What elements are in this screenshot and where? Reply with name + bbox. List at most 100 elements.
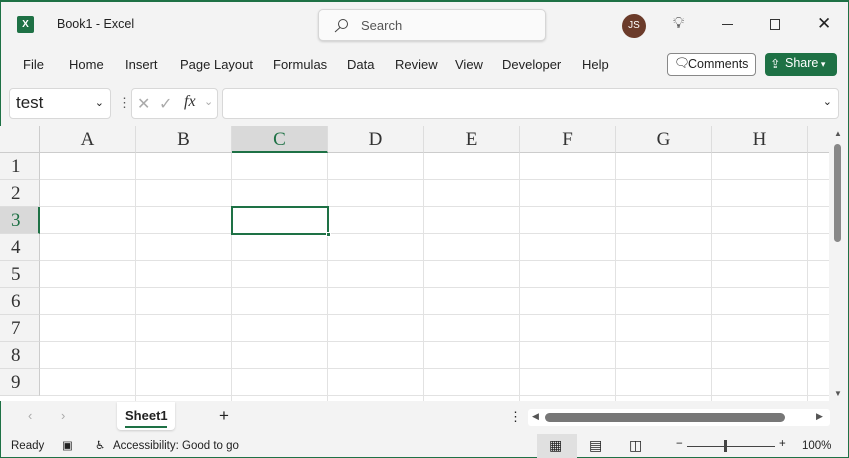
- gridline: [423, 153, 424, 401]
- gridline: [615, 153, 616, 401]
- column-header-C[interactable]: C: [232, 126, 328, 153]
- row-header-1[interactable]: 1: [0, 153, 40, 180]
- macro-recording-icon[interactable]: ▣: [62, 438, 73, 452]
- selected-cell[interactable]: [231, 206, 331, 237]
- page-break-view-icon[interactable]: ◫: [629, 437, 642, 454]
- menu-file[interactable]: File: [23, 57, 44, 72]
- row-header-2[interactable]: 2: [0, 180, 40, 207]
- more-options-icon[interactable]: ⋮: [118, 95, 131, 111]
- lightbulb-icon[interactable]: 💡︎: [673, 15, 684, 33]
- chevron-down-icon[interactable]: ⌄: [95, 96, 104, 109]
- vertical-scrollbar[interactable]: ▲ ▼: [830, 127, 846, 401]
- sheet-tab-sheet1[interactable]: Sheet1: [117, 402, 175, 430]
- column-header-H[interactable]: H: [712, 126, 808, 153]
- menu-review[interactable]: Review: [395, 57, 438, 72]
- comments-label: Comments: [688, 57, 749, 71]
- zoom-level[interactable]: 100%: [802, 440, 831, 452]
- row-header-8[interactable]: 8: [0, 342, 40, 369]
- column-header-D[interactable]: D: [328, 126, 424, 153]
- zoom-slider-thumb[interactable]: [724, 440, 727, 452]
- share-button[interactable]: ⇪ Share ▾: [765, 53, 837, 76]
- column-header-A[interactable]: A: [40, 126, 136, 153]
- row-header-7[interactable]: 7: [0, 315, 40, 342]
- search-icon: [334, 19, 348, 33]
- status-ready: Ready: [11, 440, 45, 452]
- normal-view-icon[interactable]: ▦: [549, 437, 562, 454]
- page-layout-view-icon[interactable]: ▤: [589, 437, 602, 454]
- row-header-6[interactable]: 6: [0, 288, 40, 315]
- menu-page-layout[interactable]: Page Layout: [180, 57, 253, 72]
- insert-function-button[interactable]: fx: [184, 93, 196, 111]
- window-title: Book1 - Excel: [57, 17, 135, 31]
- gridline: [40, 260, 829, 261]
- horizontal-scroll-thumb[interactable]: [545, 413, 785, 422]
- column-header-partial[interactable]: [808, 126, 829, 153]
- enter-icon[interactable]: ✓: [159, 94, 172, 114]
- sheet-tab-label: Sheet1: [125, 408, 168, 423]
- gridline: [135, 153, 136, 401]
- row-header-4[interactable]: 4: [0, 234, 40, 261]
- next-sheet-icon[interactable]: ›: [61, 408, 65, 423]
- gridline: [711, 153, 712, 401]
- worksheet-grid[interactable]: ABCDEFGH 123456789: [0, 126, 829, 401]
- name-box[interactable]: test ⌄: [9, 88, 111, 119]
- vertical-scroll-thumb[interactable]: [834, 144, 841, 242]
- chevron-down-icon[interactable]: ⌄: [204, 95, 213, 108]
- zoom-in-button[interactable]: +: [779, 438, 786, 450]
- comment-icon: 🗨︎: [674, 56, 690, 70]
- share-label: Share: [785, 56, 819, 70]
- prev-sheet-icon[interactable]: ‹: [28, 408, 32, 423]
- cancel-icon[interactable]: ✕: [137, 94, 150, 114]
- gridline: [40, 395, 829, 396]
- maximize-icon[interactable]: [770, 19, 780, 30]
- menu-formulas[interactable]: Formulas: [273, 57, 327, 72]
- add-sheet-button[interactable]: +: [219, 406, 229, 426]
- sheet-tab-bar: ‹ › Sheet1 + ⋮ ◀ ▶: [0, 402, 849, 433]
- column-header-F[interactable]: F: [520, 126, 616, 153]
- menu-home[interactable]: Home: [69, 57, 104, 72]
- more-options-icon[interactable]: ⋮: [509, 409, 522, 425]
- zoom-out-button[interactable]: −: [676, 438, 683, 450]
- row-header-3[interactable]: 3: [0, 207, 40, 234]
- gridline: [40, 206, 829, 207]
- share-icon: ⇪: [770, 57, 781, 71]
- avatar[interactable]: JS: [622, 14, 646, 38]
- accessibility-status[interactable]: Accessibility: Good to go: [113, 440, 239, 452]
- formula-input[interactable]: ⌄: [222, 88, 839, 119]
- select-all-button[interactable]: [0, 126, 40, 153]
- gridline: [40, 368, 829, 369]
- excel-logo-icon: X: [17, 16, 34, 33]
- name-box-value: test: [16, 93, 44, 112]
- zoom-slider[interactable]: [687, 446, 775, 447]
- comments-button[interactable]: 🗨︎ Comments: [667, 53, 756, 76]
- accessibility-icon[interactable]: ♿︎: [95, 438, 105, 452]
- fill-handle[interactable]: [326, 232, 331, 237]
- search-box[interactable]: Search: [318, 9, 546, 41]
- gridline: [40, 341, 829, 342]
- close-icon[interactable]: ✕: [817, 14, 831, 34]
- menu-data[interactable]: Data: [347, 57, 374, 72]
- row-header-9[interactable]: 9: [0, 369, 40, 396]
- menu-developer[interactable]: Developer: [502, 57, 561, 72]
- row-header-5[interactable]: 5: [0, 261, 40, 288]
- horizontal-scrollbar[interactable]: ◀ ▶: [528, 409, 830, 426]
- gridline: [40, 287, 829, 288]
- gridline: [40, 314, 829, 315]
- expand-formula-icon[interactable]: ⌄: [823, 95, 832, 108]
- minimize-icon[interactable]: [722, 24, 733, 25]
- column-header-B[interactable]: B: [136, 126, 232, 153]
- menu-help[interactable]: Help: [582, 57, 609, 72]
- status-bar: Ready ▣ ♿︎ Accessibility: Good to go ▦ ▤…: [0, 434, 849, 458]
- gridline: [231, 153, 232, 401]
- menu-insert[interactable]: Insert: [125, 57, 158, 72]
- gridline: [327, 153, 328, 401]
- column-header-G[interactable]: G: [616, 126, 712, 153]
- gridline: [519, 153, 520, 401]
- search-placeholder: Search: [361, 18, 403, 33]
- gridline: [40, 233, 829, 234]
- menu-view[interactable]: View: [455, 57, 483, 72]
- column-header-E[interactable]: E: [424, 126, 520, 153]
- gridline: [40, 179, 829, 180]
- gridline: [807, 153, 808, 401]
- formula-controls: ✕ ✓ fx ⌄: [131, 88, 218, 119]
